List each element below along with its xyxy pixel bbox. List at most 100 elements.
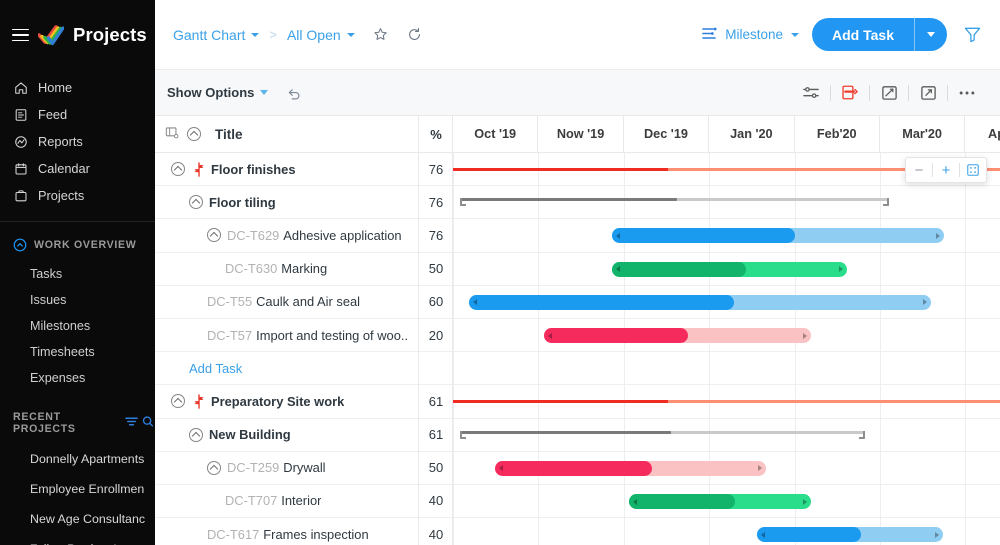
chevron-down-icon[interactable]	[347, 33, 355, 37]
table-row[interactable]: New Building	[155, 419, 419, 452]
table-row[interactable]: Floor finishes	[155, 153, 419, 186]
milestone-selector[interactable]: Milestone	[701, 26, 799, 44]
more-options-icon[interactable]	[948, 80, 986, 106]
undo-icon[interactable]	[286, 86, 302, 100]
project-item-donnelly-apartments[interactable]: Donnelly Apartments	[0, 444, 155, 474]
collapse-row-icon[interactable]	[171, 162, 185, 176]
add-task-dropdown[interactable]	[915, 18, 947, 51]
table-row[interactable]: Add Task	[155, 352, 419, 385]
task-bar-start-handle[interactable]	[499, 465, 503, 471]
percent-cell: 40	[419, 518, 453, 545]
sidebar-item-reports[interactable]: Reports	[0, 128, 155, 155]
task-bar-end-handle[interactable]	[923, 299, 927, 305]
zoom-out-button[interactable]: −	[906, 158, 932, 182]
sidebar-item-calendar[interactable]: Calendar	[0, 155, 155, 182]
fullscreen-expand-icon[interactable]	[909, 80, 947, 106]
chevron-down-icon[interactable]	[791, 33, 799, 37]
task-bar[interactable]	[495, 461, 767, 476]
task-bar[interactable]	[544, 328, 811, 343]
task-bar[interactable]	[629, 494, 811, 509]
chevron-down-icon	[260, 90, 268, 95]
task-bar-end-handle[interactable]	[758, 465, 762, 471]
filter-icon[interactable]	[960, 23, 984, 47]
hamburger-icon[interactable]	[12, 29, 29, 42]
chevron-down-icon[interactable]	[251, 33, 259, 37]
baseline-calendar-icon[interactable]	[870, 80, 908, 106]
collapse-row-icon[interactable]	[189, 428, 203, 442]
table-row[interactable]: DC-T57Import and testing of woo..	[155, 319, 419, 352]
sidebar-item-issues[interactable]: Issues	[0, 287, 155, 313]
task-bar[interactable]	[612, 228, 944, 243]
task-bar-start-handle[interactable]	[616, 233, 620, 239]
recent-projects-list: Donnelly Apartments Employee Enrollmen N…	[0, 444, 155, 545]
milestone-bar[interactable]	[453, 400, 1000, 403]
project-item-new-age-consultancy[interactable]: New Age Consultanc	[0, 504, 155, 534]
task-title: New Building	[209, 427, 291, 442]
table-row[interactable]: DC-T707Interior	[155, 485, 419, 518]
sidebar-item-expenses[interactable]: Expenses	[0, 365, 155, 391]
column-settings-icon[interactable]	[165, 126, 179, 143]
critical-path-icon[interactable]	[831, 80, 869, 106]
task-id: DC-T57	[207, 328, 252, 343]
search-icon[interactable]	[141, 415, 155, 431]
breadcrumb-gantt-chart[interactable]: Gantt Chart	[173, 27, 245, 43]
refresh-icon[interactable]	[403, 23, 427, 47]
timeline-month-header: Feb'20	[795, 116, 880, 152]
summary-bar[interactable]	[460, 431, 865, 439]
collapse-row-icon[interactable]	[207, 228, 221, 242]
task-bar[interactable]	[612, 262, 847, 277]
show-options-button[interactable]: Show Options	[167, 85, 268, 100]
add-task-inline-button[interactable]: Add Task	[189, 361, 242, 376]
layout-rows-icon[interactable]	[792, 80, 830, 106]
timeline-column: Oct '19Now '19Dec '19Jan '20Feb'20Mar'20…	[453, 116, 1000, 545]
task-bar-progress	[612, 228, 795, 243]
task-bar-start-handle[interactable]	[616, 266, 620, 272]
task-bar-end-handle[interactable]	[839, 266, 843, 272]
percent-rows: 7676765060206161504040	[419, 153, 453, 545]
task-bar-start-handle[interactable]	[548, 333, 552, 339]
task-title: Preparatory Site work	[211, 394, 344, 409]
collapse-row-icon[interactable]	[189, 195, 203, 209]
project-item-employee-enrollment[interactable]: Employee Enrollmen	[0, 474, 155, 504]
fit-to-screen-icon[interactable]	[960, 158, 986, 182]
add-task-button[interactable]: Add Task	[812, 18, 947, 51]
collapse-all-icon[interactable]	[187, 127, 201, 141]
task-bar-end-handle[interactable]	[935, 532, 939, 538]
table-row[interactable]: DC-T259 Drywall	[155, 452, 419, 485]
table-row[interactable]: Preparatory Site work	[155, 385, 419, 418]
percent-cell: 40	[419, 485, 453, 518]
table-row[interactable]: DC-T629Adhesive application	[155, 219, 419, 252]
sort-filter-icon[interactable]	[124, 415, 139, 431]
sidebar-item-timesheets[interactable]: Timesheets	[0, 339, 155, 365]
sidebar-item-tasks[interactable]: Tasks	[0, 261, 155, 287]
task-bar-end-handle[interactable]	[803, 499, 807, 505]
table-row[interactable]: DC-T630Marking	[155, 253, 419, 286]
task-bar-start-handle[interactable]	[633, 499, 637, 505]
main-panel: Gantt Chart > All Open Milestone	[155, 0, 1000, 545]
sidebar-item-projects[interactable]: Projects	[0, 182, 155, 209]
table-row[interactable]: Floor tiling	[155, 186, 419, 219]
sidebar-item-label: Timesheets	[30, 345, 95, 359]
work-overview-header[interactable]: WORK OVERVIEW	[0, 222, 155, 261]
sidebar-item-milestones[interactable]: Milestones	[0, 313, 155, 339]
task-bar-end-handle[interactable]	[936, 233, 940, 239]
table-row[interactable]: DC-T55Caulk and Air seal	[155, 286, 419, 319]
summary-bar[interactable]	[460, 198, 889, 206]
task-name: Drywall	[283, 460, 325, 475]
zoom-in-button[interactable]: +	[933, 158, 959, 182]
task-id: DC-T259	[227, 460, 279, 475]
task-bar-start-handle[interactable]	[473, 299, 477, 305]
task-bar-end-handle[interactable]	[803, 333, 807, 339]
task-bar[interactable]	[469, 295, 931, 310]
sidebar-item-feed[interactable]: Feed	[0, 101, 155, 128]
table-row[interactable]: DC-T617Frames inspection	[155, 518, 419, 545]
percent-cell: 76	[419, 219, 453, 252]
star-icon[interactable]	[369, 23, 393, 47]
project-item-zylker-product-launch[interactable]: Zylker Product Launc	[0, 534, 155, 545]
breadcrumb-all-open[interactable]: All Open	[287, 27, 341, 43]
task-bar-start-handle[interactable]	[761, 532, 765, 538]
task-bar[interactable]	[757, 527, 942, 542]
collapse-row-icon[interactable]	[207, 461, 221, 475]
sidebar-item-home[interactable]: Home	[0, 74, 155, 101]
collapse-row-icon[interactable]	[171, 394, 185, 408]
